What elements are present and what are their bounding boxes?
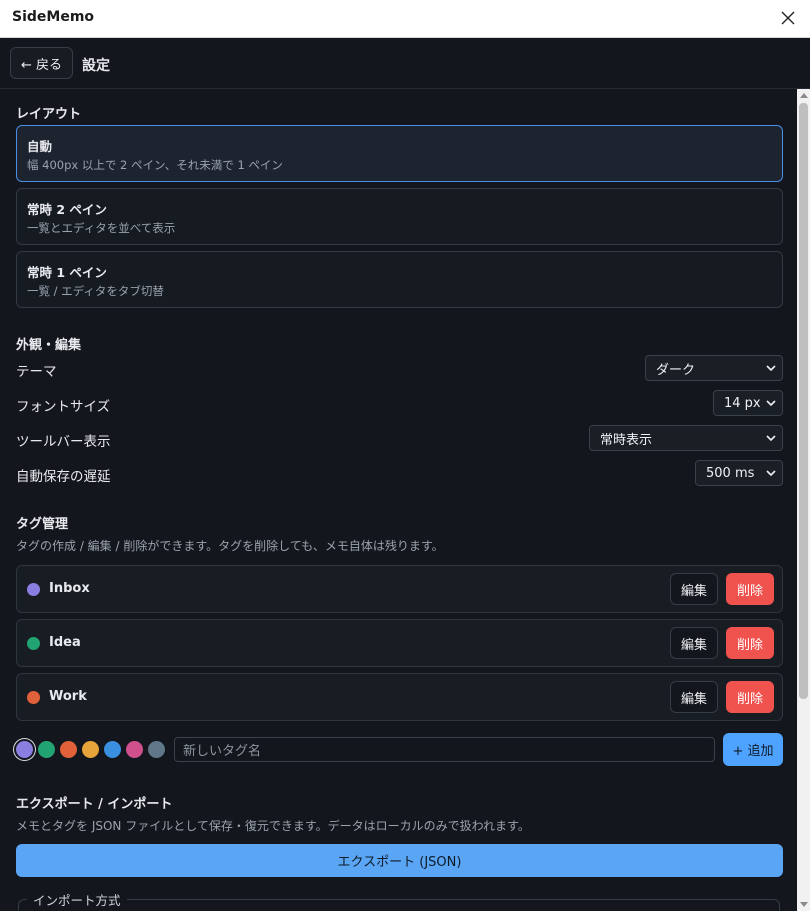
- color-swatch-yellow[interactable]: [82, 741, 99, 758]
- tag-color-dot: [27, 691, 40, 704]
- export-json-button[interactable]: エクスポート (JSON): [16, 844, 783, 877]
- tag-color-dot: [27, 637, 40, 650]
- edit-label: 編集: [680, 637, 707, 653]
- settings-content[interactable]: レイアウト 自動 幅 400px 以上で 2 ペイン、それ未満で 1 ペイン 常…: [0, 0, 797, 911]
- chevron-down-icon: [766, 435, 776, 442]
- import-mode-legend: インポート方式: [27, 890, 127, 909]
- tag-name: Work: [49, 689, 87, 704]
- font-size-select-value: 14 px: [724, 395, 761, 411]
- add-tag-button[interactable]: + 追加: [723, 733, 783, 766]
- delete-tag-button[interactable]: 削除: [726, 573, 774, 605]
- appearance-section-title: 外観・編集: [16, 338, 82, 353]
- delete-tag-button[interactable]: 削除: [726, 681, 774, 713]
- layout-option-desc: 一覧 / エディタをタブ切替: [27, 284, 164, 298]
- theme-select[interactable]: ダーク: [645, 355, 783, 381]
- color-swatch-green[interactable]: [38, 741, 55, 758]
- color-swatch-orange[interactable]: [60, 741, 77, 758]
- delete-tag-button[interactable]: 削除: [726, 627, 774, 659]
- autosave-delay-select-value: 500 ms: [706, 465, 755, 481]
- edit-label: 編集: [680, 691, 707, 707]
- chevron-down-icon: [766, 400, 776, 407]
- new-tag-placeholder: 新しいタグ名: [183, 744, 262, 759]
- tag-name: Inbox: [49, 581, 90, 596]
- tag-row-idea: Idea 編集 削除: [16, 619, 783, 667]
- new-tag-name-input[interactable]: 新しいタグ名: [174, 737, 715, 762]
- edit-label: 編集: [680, 583, 707, 599]
- font-size-select[interactable]: 14 px: [713, 390, 783, 416]
- autosave-delay-label: 自動保存の遅延: [16, 469, 111, 485]
- font-size-label: フォントサイズ: [16, 399, 111, 415]
- toolbar-display-label: ツールバー表示: [16, 434, 111, 450]
- scroll-up-icon[interactable]: [800, 93, 808, 98]
- tags-section-desc: タグの作成 / 編集 / 削除ができます。タグを削除しても、メモ自体は残ります。: [16, 539, 444, 553]
- add-tag-label: + 追加: [732, 744, 774, 759]
- delete-label: 削除: [736, 583, 763, 599]
- export-section-title: エクスポート / インポート: [16, 797, 173, 812]
- layout-option-title: 常時 2 ペイン: [27, 202, 107, 217]
- color-swatch-gray[interactable]: [148, 741, 165, 758]
- layout-section-title: レイアウト: [16, 107, 82, 122]
- tag-color-dot: [27, 583, 40, 596]
- export-json-label: エクスポート (JSON): [337, 855, 462, 870]
- delete-label: 削除: [736, 637, 763, 653]
- tag-row-inbox: Inbox 編集 削除: [16, 565, 783, 613]
- theme-label: テーマ: [16, 364, 57, 380]
- scroll-down-icon[interactable]: [800, 902, 808, 907]
- layout-option-desc: 幅 400px 以上で 2 ペイン、それ未満で 1 ペイン: [27, 158, 283, 172]
- edit-tag-button[interactable]: 編集: [670, 681, 718, 713]
- chevron-down-icon: [766, 365, 776, 372]
- layout-option-desc: 一覧とエディタを並べて表示: [27, 221, 176, 235]
- import-mode-fieldset: インポート方式: [18, 890, 780, 911]
- tags-section-title: タグ管理: [16, 517, 69, 532]
- export-section-desc: メモとタグを JSON ファイルとして保存・復元できます。データはローカルのみで…: [16, 819, 530, 833]
- toolbar-display-select-value: 常時表示: [600, 432, 653, 448]
- layout-option-title: 常時 1 ペイン: [27, 265, 107, 280]
- theme-select-value: ダーク: [656, 362, 696, 378]
- color-swatch-pink[interactable]: [126, 741, 143, 758]
- color-swatch-purple[interactable]: [16, 741, 33, 758]
- toolbar-display-select[interactable]: 常時表示: [589, 425, 783, 451]
- edit-tag-button[interactable]: 編集: [670, 627, 718, 659]
- scrollbar-thumb[interactable]: [799, 103, 808, 699]
- color-swatch-blue[interactable]: [104, 741, 121, 758]
- tag-name: Idea: [49, 635, 81, 650]
- layout-option-two-pane[interactable]: 常時 2 ペイン 一覧とエディタを並べて表示: [16, 188, 783, 245]
- scrollbar[interactable]: [797, 89, 810, 911]
- edit-tag-button[interactable]: 編集: [670, 573, 718, 605]
- autosave-delay-select[interactable]: 500 ms: [695, 460, 783, 486]
- layout-option-one-pane[interactable]: 常時 1 ペイン 一覧 / エディタをタブ切替: [16, 251, 783, 308]
- layout-option-title: 自動: [27, 139, 53, 154]
- chevron-down-icon: [766, 470, 776, 477]
- delete-label: 削除: [736, 691, 763, 707]
- layout-option-auto[interactable]: 自動 幅 400px 以上で 2 ペイン、それ未満で 1 ペイン: [16, 125, 783, 182]
- tag-row-work: Work 編集 削除: [16, 673, 783, 721]
